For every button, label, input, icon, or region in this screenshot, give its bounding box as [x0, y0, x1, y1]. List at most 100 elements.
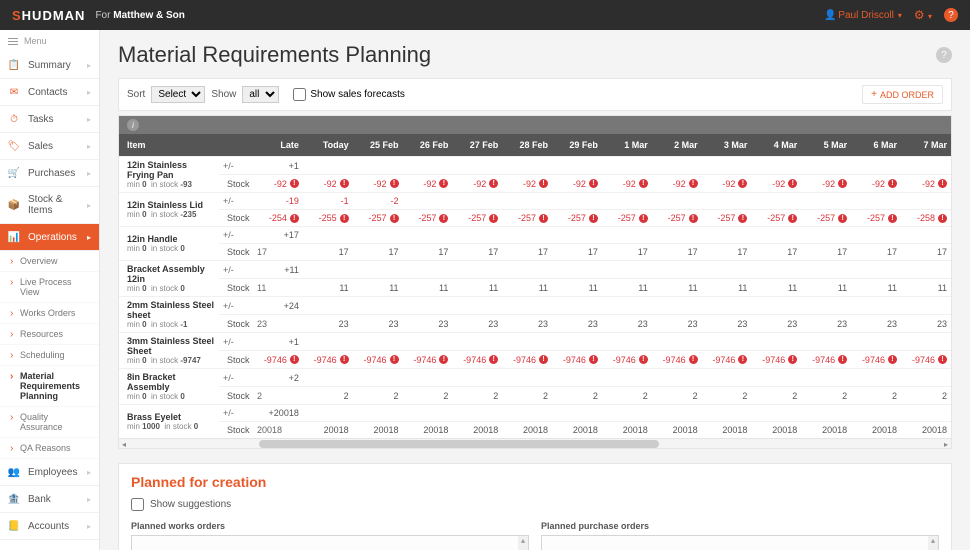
show-label: Show [211, 89, 236, 100]
column-header: 4 Mar [751, 134, 801, 157]
warning-icon: ! [888, 214, 897, 223]
warning-icon: ! [689, 179, 698, 188]
company-context: For Matthew & Son [95, 10, 184, 21]
planned-title: Planned for creation [131, 474, 939, 490]
warning-icon: ! [888, 179, 897, 188]
sort-label: Sort [127, 89, 145, 100]
table-row: Stock1111111111111111111111111111 [119, 279, 951, 297]
warning-icon: ! [439, 355, 448, 364]
warning-icon: ! [539, 355, 548, 364]
sidebar-sub-scheduling[interactable]: Scheduling [0, 345, 99, 366]
topbar: SHUDMAN For Matthew & Son 👤 Paul Driscol… [0, 0, 970, 30]
column-header: 26 Feb [403, 134, 453, 157]
help-top-icon[interactable]: ? [944, 8, 958, 22]
planned-purchase-label: Planned purchase orders [541, 521, 939, 531]
nav-icon: 📊 [8, 231, 20, 243]
suggestions-label: Show suggestions [150, 499, 231, 510]
table-row: Stock20018200182001820018200182001820018… [119, 422, 951, 439]
warning-icon: ! [390, 355, 399, 364]
column-header: 25 Feb [353, 134, 403, 157]
item-cell[interactable]: Brass Eyeletmin 1000 in stock 0 [119, 405, 219, 439]
warning-icon: ! [290, 214, 299, 223]
warning-icon: ! [738, 179, 747, 188]
sidebar-sub-works-orders[interactable]: Works Orders [0, 303, 99, 324]
nav-icon: ✉ [8, 86, 20, 98]
add-order-button[interactable]: +ADD ORDER [862, 85, 943, 104]
sidebar-sub-live-process-view[interactable]: Live Process View [0, 272, 99, 303]
item-cell[interactable]: 12in Stainless Lidmin 0 in stock -235 [119, 193, 219, 227]
chevron-right-icon: ▸ [87, 201, 91, 210]
column-header: 28 Feb [502, 134, 552, 157]
column-header: 1 Mar [602, 134, 652, 157]
show-select[interactable]: all [242, 86, 279, 103]
warning-icon: ! [489, 214, 498, 223]
vertical-scrollbar[interactable]: ▴ [518, 536, 528, 550]
nav-icon: 👥 [8, 466, 20, 478]
nav-icon: 📦 [8, 199, 20, 211]
controls-bar: Sort Select Show all Show sales forecast… [118, 78, 952, 111]
scrollbar-thumb[interactable] [259, 440, 659, 448]
warning-icon: ! [340, 355, 349, 364]
nav-icon: 📋 [8, 59, 20, 71]
sidebar-sub-material-requirements-planning[interactable]: Material Requirements Planning [0, 366, 99, 407]
user-menu[interactable]: 👤 Paul Driscoll ▾ [824, 10, 902, 21]
sort-select[interactable]: Select [151, 86, 205, 103]
chevron-right-icon: ▸ [87, 468, 91, 477]
table-row: Stock-254!-255!-257!-257!-257!-257!-257!… [119, 210, 951, 227]
item-cell[interactable]: Bracket Assembly 12inmin 0 in stock 0 [119, 261, 219, 297]
sidebar-item-contacts[interactable]: ✉Contacts▸ [0, 79, 99, 106]
column-header: 5 Mar [801, 134, 851, 157]
sidebar-menu-header[interactable]: Menu [0, 30, 99, 52]
column-header: 2 Mar [652, 134, 702, 157]
warning-icon: ! [290, 355, 299, 364]
sidebar-sub-qa-reasons[interactable]: QA Reasons [0, 438, 99, 459]
table-row: 8in Bracket Assemblymin 0 in stock 0+/-+… [119, 369, 951, 387]
scroll-right-icon[interactable]: ▸ [941, 439, 951, 449]
sidebar-sub-resources[interactable]: Resources [0, 324, 99, 345]
sidebar-item-bank[interactable]: 🏦Bank▸ [0, 486, 99, 513]
sidebar-item-purchases[interactable]: 🛒Purchases▸ [0, 160, 99, 187]
column-header: 3 Mar [702, 134, 752, 157]
table-row: Bracket Assembly 12inmin 0 in stock 0+/-… [119, 261, 951, 279]
table-row: 2mm Stainless Steel sheetmin 0 in stock … [119, 297, 951, 315]
help-icon[interactable]: ? [936, 47, 952, 63]
item-cell[interactable]: 2mm Stainless Steel sheetmin 0 in stock … [119, 297, 219, 333]
sidebar-item-employees[interactable]: 👥Employees▸ [0, 459, 99, 486]
warning-icon: ! [639, 214, 648, 223]
sidebar-item-operations[interactable]: 📊Operations▸ [0, 224, 99, 251]
table-row: Stock-92!-92!-92!-92!-92!-92!-92!-92!-92… [119, 175, 951, 193]
nav-icon: 📒 [8, 520, 20, 532]
sidebar-item-stock-items[interactable]: 📦Stock & Items▸ [0, 187, 99, 224]
warning-icon: ! [689, 214, 698, 223]
forecast-checkbox[interactable] [293, 88, 306, 101]
vertical-scrollbar[interactable]: ▴ [928, 536, 938, 550]
info-icon[interactable]: i [127, 119, 139, 131]
sidebar-item-sales[interactable]: 🏷Sales▸ [0, 133, 99, 160]
scroll-left-icon[interactable]: ◂ [119, 439, 129, 449]
item-cell[interactable]: 8in Bracket Assemblymin 0 in stock 0 [119, 369, 219, 405]
item-cell[interactable]: 3mm Stainless Steel Sheetmin 0 in stock … [119, 333, 219, 369]
warning-icon: ! [738, 214, 747, 223]
warning-icon: ! [589, 355, 598, 364]
item-cell[interactable]: 12in Handlemin 0 in stock 0 [119, 227, 219, 261]
suggestions-checkbox[interactable] [131, 498, 144, 511]
planned-purchase-box[interactable]: ▴ [541, 535, 939, 550]
item-cell[interactable]: 12in Stainless Frying Panmin 0 in stock … [119, 157, 219, 193]
sidebar-item-accounts[interactable]: 📒Accounts▸ [0, 513, 99, 540]
sidebar-sub-overview[interactable]: Overview [0, 251, 99, 272]
table-row: 3mm Stainless Steel Sheetmin 0 in stock … [119, 333, 951, 351]
table-row: Stock-9746!-9746!-9746!-9746!-9746!-9746… [119, 351, 951, 369]
gear-icon[interactable]: ⚙ ▾ [914, 8, 932, 22]
column-header: Today [303, 134, 353, 157]
sidebar-sub-quality-assurance[interactable]: Quality Assurance [0, 407, 99, 438]
warning-icon: ! [589, 214, 598, 223]
warning-icon: ! [838, 214, 847, 223]
chevron-right-icon: ▸ [87, 495, 91, 504]
sidebar-item-tasks[interactable]: ⏱Tasks▸ [0, 106, 99, 133]
nav-icon: 🛒 [8, 167, 20, 179]
planned-works-box[interactable]: ▴ [131, 535, 529, 550]
horizontal-scrollbar[interactable]: ◂ ▸ [119, 438, 951, 448]
warning-icon: ! [340, 214, 349, 223]
column-header [219, 134, 253, 157]
sidebar-item-summary[interactable]: 📋Summary▸ [0, 52, 99, 79]
